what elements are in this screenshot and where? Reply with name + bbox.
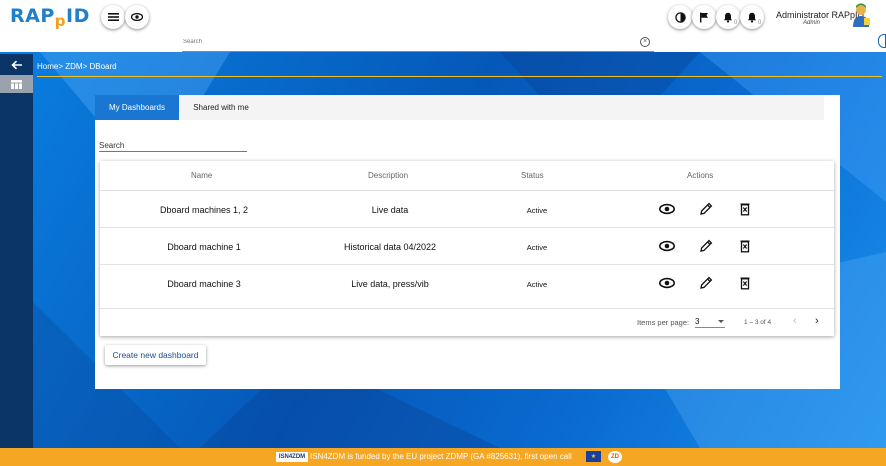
edit-icon[interactable] [698, 276, 714, 290]
flag-icon [700, 12, 708, 22]
menu-icon [107, 13, 119, 21]
isn4zdm-logo: ISN4ZDM [276, 452, 308, 462]
paginator: Items per page: 3 1 – 3 of 4 ‹ › [100, 308, 834, 336]
delete-icon[interactable] [737, 202, 753, 216]
tab-my-dashboards[interactable]: My Dashboards [95, 95, 179, 120]
zdmp-logo: ZD [608, 451, 622, 463]
user-role: Admin [803, 20, 821, 26]
right-panel-handle[interactable] [878, 34, 886, 48]
row-name: Dboard machines 1, 2 [159, 205, 249, 215]
row-status: Active [526, 280, 548, 289]
global-search[interactable]: × [182, 34, 654, 52]
column-header-name[interactable]: Name [191, 171, 212, 180]
edit-icon[interactable] [698, 239, 714, 253]
view-icon[interactable] [659, 202, 675, 216]
chevron-left-icon: ‹ [793, 315, 797, 327]
tab-shared-with-me[interactable]: Shared with me [179, 95, 263, 120]
dashboards-card: My Dashboards Shared with me Search Name… [95, 95, 840, 389]
rappid-logo[interactable]: RAPpID [10, 5, 90, 30]
next-page-button[interactable]: › [815, 315, 819, 327]
row-status: Active [526, 243, 548, 252]
column-header-description[interactable]: Description [368, 171, 408, 180]
sidebar [0, 54, 33, 448]
create-new-dashboard-button[interactable]: Create new dashboard [105, 345, 206, 365]
bell-icon [723, 12, 733, 23]
arrow-left-icon [10, 60, 22, 70]
eu-flag-icon: ★ [586, 451, 601, 462]
theme-toggle-button[interactable] [668, 5, 692, 29]
items-per-page-label: Items per page: [637, 318, 690, 327]
table-row[interactable]: Dboard machine 3 Live data, press/vib Ac… [100, 264, 834, 301]
notification-count: 0 [734, 20, 738, 26]
row-name: Dboard machine 1 [167, 242, 241, 252]
top-bar: RAPpID 0 0 Administrator RAPpID Admin [0, 0, 886, 34]
breadcrumb-divider [37, 76, 882, 77]
dashboards-table: Name Description Status Actions Dboard m… [100, 161, 834, 336]
previous-page-button[interactable]: ‹ [793, 315, 797, 327]
user-avatar-icon[interactable] [850, 3, 872, 29]
back-button[interactable] [0, 56, 33, 74]
menu-button[interactable] [101, 5, 125, 29]
table-row[interactable]: Dboard machine 1 Historical data 04/2022… [100, 227, 834, 264]
page-range-label: 1 – 3 of 4 [744, 319, 772, 326]
row-status: Active [526, 206, 548, 215]
items-per-page-select[interactable]: 3 [695, 317, 725, 328]
alert-count: 0 [758, 20, 762, 26]
breadcrumb[interactable]: Home> ZDM> DBoard [37, 62, 117, 71]
table-row[interactable]: Dboard machines 1, 2 Live data Active [100, 190, 834, 227]
row-description: Live data, press/vib [351, 279, 429, 289]
row-description: Live data [371, 205, 409, 215]
dashboard-icon [11, 79, 22, 89]
footer-funding-text: ISN4ZDM is funded by the EU project ZDMP… [310, 452, 572, 461]
delete-icon[interactable] [737, 276, 753, 290]
flag-button[interactable] [692, 5, 716, 29]
eye-icon [131, 13, 143, 21]
row-description: Historical data 04/2022 [343, 242, 437, 252]
dashboard-search-field[interactable]: Search [99, 141, 247, 152]
clear-search-icon[interactable]: × [640, 37, 650, 47]
search-input[interactable] [183, 39, 623, 45]
view-icon[interactable] [659, 276, 675, 290]
items-per-page-value: 3 [695, 317, 700, 326]
sidebar-item-dashboards[interactable] [0, 75, 33, 93]
delete-icon[interactable] [737, 239, 753, 253]
edit-icon[interactable] [698, 202, 714, 216]
view-toggle-button[interactable] [125, 5, 149, 29]
column-header-status[interactable]: Status [521, 171, 544, 180]
theme-icon [674, 11, 686, 23]
column-header-actions: Actions [687, 171, 714, 180]
chevron-down-icon [718, 320, 724, 323]
row-name: Dboard machine 3 [167, 279, 241, 289]
chevron-right-icon: › [815, 315, 819, 327]
footer: ISN4ZDM ISN4ZDM is funded by the EU proj… [0, 448, 886, 466]
tab-bar: My Dashboards Shared with me [95, 95, 824, 120]
bell-alert-icon [747, 12, 757, 23]
view-icon[interactable] [659, 239, 675, 253]
